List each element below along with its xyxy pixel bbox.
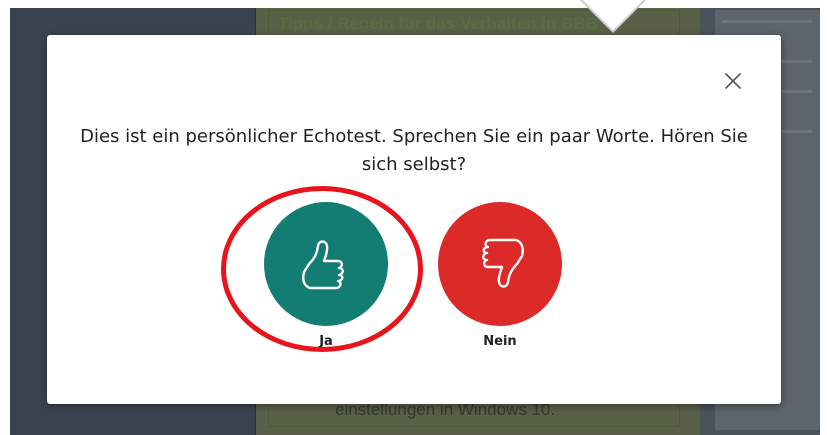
window-edge-top <box>0 0 827 8</box>
yes-button[interactable]: Ja <box>264 202 388 349</box>
no-label: Nein <box>483 334 517 349</box>
right-document-line <box>722 20 812 23</box>
window-edge-right <box>820 0 827 435</box>
close-icon <box>725 73 741 89</box>
slide-title: Tipps / Regeln für das Verhalten in BBB <box>278 14 598 33</box>
echo-test-modal: Dies ist ein persönlicher Echotest. Spre… <box>47 35 781 404</box>
close-button[interactable] <box>719 67 747 95</box>
no-circle[interactable] <box>438 202 562 326</box>
yes-label: Ja <box>319 334 333 349</box>
thumbs-up-icon <box>302 240 344 290</box>
echo-test-message: Dies ist ein persönlicher Echotest. Spre… <box>80 126 748 175</box>
thumbs-down-icon <box>482 238 524 288</box>
no-button[interactable]: Nein <box>438 202 562 349</box>
window-edge-left <box>0 0 10 435</box>
yes-circle[interactable] <box>264 202 388 326</box>
